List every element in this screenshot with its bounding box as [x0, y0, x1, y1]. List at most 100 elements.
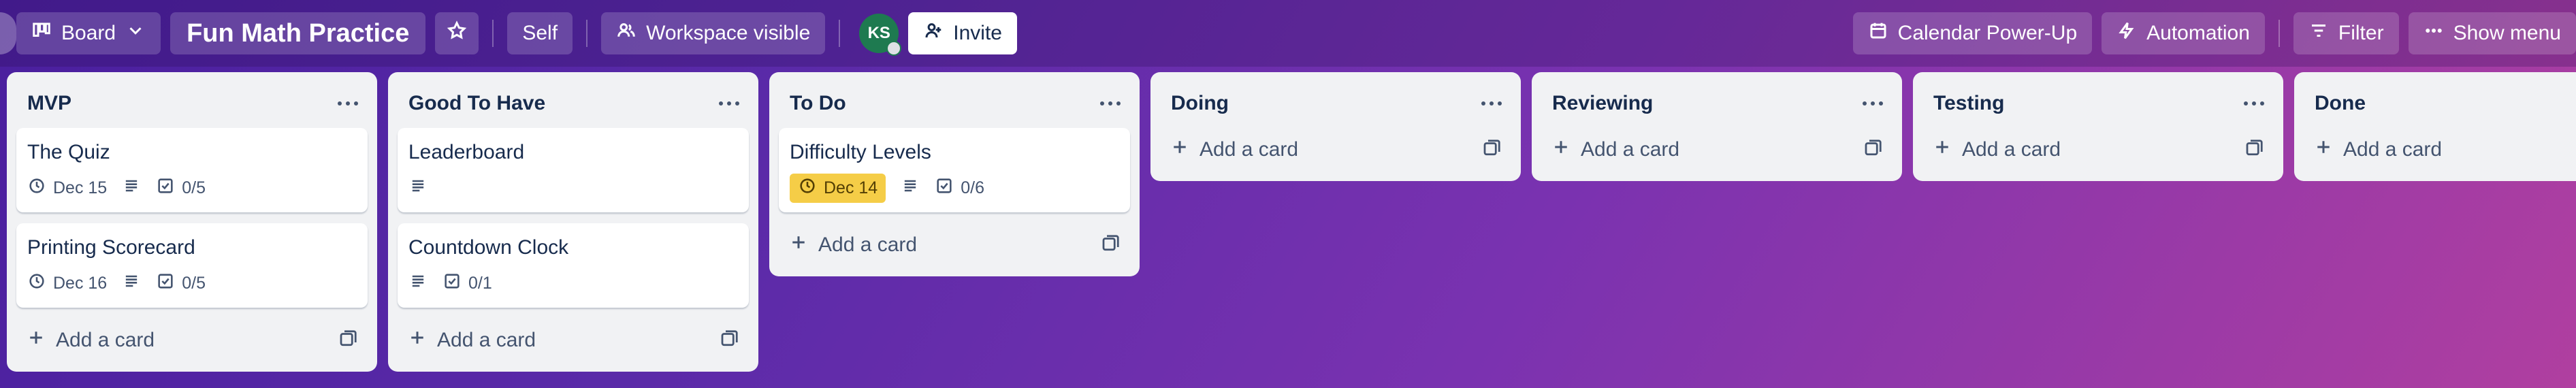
card-badges: Dec 15 0/5	[27, 173, 357, 203]
checklist-badge: 0/6	[935, 176, 984, 200]
template-icon[interactable]	[1481, 138, 1502, 162]
list-actions-icon[interactable]	[1481, 101, 1502, 106]
card-title: The Quiz	[27, 141, 110, 163]
description-icon	[408, 272, 428, 295]
list-header[interactable]: Doing	[1160, 79, 1511, 128]
automation-button[interactable]: Automation	[2102, 12, 2265, 54]
card-badges: 0/1	[408, 268, 738, 298]
checklist-icon	[156, 176, 175, 200]
description-badge	[122, 272, 141, 295]
due-date-badge[interactable]: Dec 16	[27, 272, 107, 295]
list-good-to-have: Good To Have Leaderboard Countdown Clock…	[388, 72, 758, 372]
description-badge	[901, 176, 920, 200]
description-badge	[408, 272, 428, 295]
avatar[interactable]: KS	[859, 14, 902, 56]
card-badges	[408, 173, 738, 203]
automation-label: Automation	[2146, 22, 2250, 44]
description-icon	[122, 272, 141, 295]
add-card-button[interactable]: Add a card	[398, 319, 749, 362]
lightning-icon	[2116, 20, 2137, 46]
list-title: To Do	[790, 92, 846, 114]
list-actions-icon[interactable]	[1863, 101, 1883, 106]
calendar-powerup-button[interactable]: Calendar Power-Up	[1852, 12, 2093, 54]
list-mvp: MVP The Quiz Dec 15 0/5 Printing Scoreca…	[7, 72, 377, 372]
add-card-button[interactable]: Add a card	[1160, 128, 1511, 172]
workspace-visible-button[interactable]: Workspace visible	[601, 12, 826, 54]
template-icon[interactable]	[719, 329, 739, 353]
header-divider	[586, 20, 588, 47]
template-icon[interactable]	[338, 329, 358, 353]
workspace-logo[interactable]	[0, 12, 16, 54]
card-badges: Dec 16 0/5	[27, 268, 357, 298]
add-card-button[interactable]: Add a card	[779, 223, 1130, 267]
ellipsis-icon	[2424, 20, 2444, 46]
card-title: Countdown Clock	[408, 236, 569, 259]
card-title: Leaderboard	[408, 141, 525, 163]
list-header[interactable]: To Do	[779, 79, 1130, 128]
list-title: MVP	[27, 92, 72, 114]
description-badge	[122, 176, 141, 200]
add-card-label: Add a card	[1962, 138, 2061, 161]
card[interactable]: The Quiz Dec 15 0/5	[16, 128, 368, 212]
invite-button[interactable]: Invite	[908, 12, 1017, 54]
list-header[interactable]: Reviewing	[1541, 79, 1893, 128]
list-header[interactable]: MVP	[16, 79, 368, 128]
template-icon[interactable]	[1863, 138, 1883, 162]
plus-icon	[26, 327, 46, 353]
add-card-label: Add a card	[818, 233, 918, 256]
add-card-button[interactable]: Add a card	[1922, 128, 2274, 172]
plus-icon	[2313, 137, 2334, 163]
list-actions-icon[interactable]	[1100, 101, 1121, 106]
card[interactable]: Printing Scorecard Dec 16 0/5	[16, 223, 368, 308]
list-title: Done	[2315, 92, 2366, 114]
checklist-count: 0/6	[961, 178, 984, 197]
plus-icon	[1932, 137, 1952, 163]
template-icon[interactable]	[2244, 138, 2264, 162]
person-add-icon	[923, 20, 944, 46]
due-date-badge[interactable]: Dec 14	[790, 173, 886, 203]
list-actions-icon[interactable]	[719, 101, 739, 106]
list-testing: Testing Add a card	[1913, 72, 2283, 181]
due-date-badge[interactable]: Dec 15	[27, 176, 107, 200]
star-button[interactable]	[435, 12, 479, 54]
list-doing: Doing Add a card	[1150, 72, 1521, 181]
self-button[interactable]: Self	[507, 12, 573, 54]
checklist-count: 0/5	[182, 273, 206, 293]
list-to-do: To Do Difficulty Levels Dec 14 0/6 Add a…	[769, 72, 1140, 276]
card[interactable]: Countdown Clock 0/1	[398, 223, 749, 308]
list-header[interactable]: Good To Have	[398, 79, 749, 128]
board-title[interactable]: Fun Math Practice	[170, 12, 426, 54]
checklist-count: 0/1	[468, 273, 492, 293]
filter-button[interactable]: Filter	[2293, 12, 2399, 54]
admin-badge-icon	[886, 41, 902, 56]
calendar-powerup-label: Calendar Power-Up	[1897, 22, 2078, 44]
chevron-down-icon	[125, 20, 146, 46]
card[interactable]: Leaderboard	[398, 128, 749, 212]
header-divider	[839, 20, 841, 47]
list-actions-icon[interactable]	[338, 101, 358, 106]
checklist-icon	[935, 176, 954, 200]
clock-icon	[27, 176, 46, 200]
card[interactable]: Difficulty Levels Dec 14 0/6	[779, 128, 1130, 212]
add-card-button[interactable]: Add a card	[2304, 128, 2566, 172]
calendar-icon	[1868, 20, 1888, 46]
description-icon	[901, 176, 920, 200]
show-menu-button[interactable]: Show menu	[2408, 12, 2576, 54]
list-header[interactable]: Testing	[1922, 79, 2274, 128]
plus-icon	[1551, 137, 1571, 163]
list-header[interactable]: Done	[2304, 79, 2566, 128]
plus-icon	[788, 232, 809, 258]
board-view-switcher[interactable]: Board	[16, 12, 161, 54]
header-divider	[2278, 20, 2280, 47]
board-icon	[31, 20, 52, 46]
add-card-button[interactable]: Add a card	[1541, 128, 1893, 172]
show-menu-label: Show menu	[2453, 22, 2561, 44]
header-divider	[492, 20, 494, 47]
list-title: Good To Have	[408, 92, 546, 114]
add-card-button[interactable]: Add a card	[16, 319, 368, 362]
list-actions-icon[interactable]	[2244, 101, 2264, 106]
board-view-label: Board	[61, 22, 116, 44]
description-badge	[408, 176, 428, 200]
workspace-visible-label: Workspace visible	[646, 22, 811, 44]
template-icon[interactable]	[1100, 233, 1121, 257]
